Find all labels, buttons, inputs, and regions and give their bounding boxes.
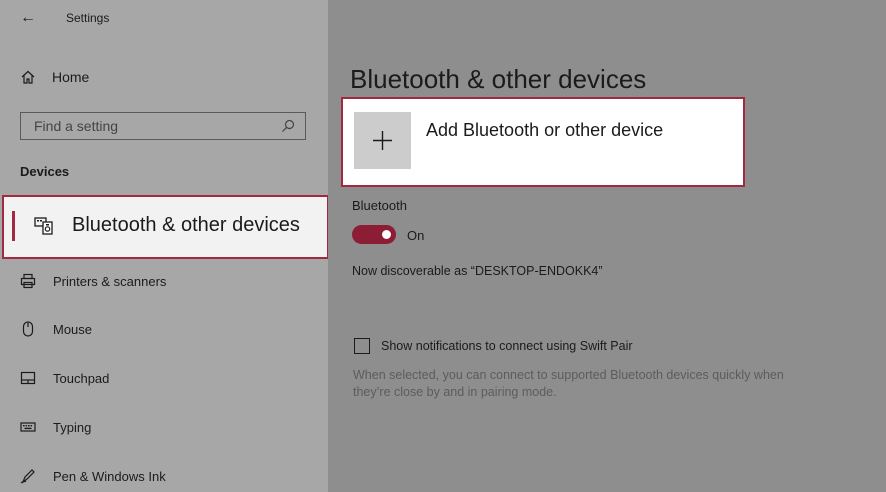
plus-tile	[354, 112, 411, 169]
home-icon	[20, 69, 36, 85]
sidebar-item-mouse[interactable]: Mouse	[20, 318, 92, 340]
window-title: Settings	[66, 11, 110, 25]
bluetooth-toggle[interactable]	[352, 225, 396, 244]
touchpad-icon	[20, 370, 36, 386]
mouse-icon	[20, 321, 36, 337]
sidebar-item-label: Printers & scanners	[53, 273, 167, 289]
sidebar-item-label: Pen & Windows Ink	[53, 468, 166, 484]
search-input[interactable]: Find a setting	[20, 112, 306, 140]
search-placeholder: Find a setting	[34, 118, 119, 134]
add-device-label: Add Bluetooth or other device	[426, 120, 664, 140]
page-title: Bluetooth & other devices	[350, 64, 647, 94]
sidebar-item-pen[interactable]: Pen & Windows Ink	[20, 465, 166, 487]
title-bar: ← Settings	[0, 0, 328, 36]
sidebar-item-label: Bluetooth & other devices	[72, 214, 300, 236]
bluetooth-toggle-state: On	[407, 228, 425, 243]
section-label-devices: Devices	[20, 164, 70, 179]
printer-icon	[20, 273, 36, 289]
bluetooth-devices-icon	[34, 215, 54, 235]
sidebar: ← Settings Home Find a setting Devices B…	[0, 0, 329, 492]
sidebar-item-bluetooth[interactable]: Bluetooth & other devices	[2, 195, 329, 259]
swift-pair-help-text: When selected, you can connect to suppor…	[353, 368, 784, 399]
discoverable-text: Now discoverable as “DESKTOP-ENDOKK4”	[352, 264, 603, 278]
main-content: Bluetooth & other devices Add Bluetooth …	[328, 0, 886, 492]
plus-icon	[373, 131, 392, 150]
pen-icon	[20, 468, 36, 484]
keyboard-icon	[20, 419, 36, 435]
sidebar-item-typing[interactable]: Typing	[20, 416, 91, 438]
selected-accent-bar	[12, 211, 15, 241]
toggle-knob	[382, 230, 391, 239]
bluetooth-heading: Bluetooth	[352, 198, 407, 213]
add-device-button[interactable]: Add Bluetooth or other device	[341, 97, 745, 187]
swift-pair-checkbox[interactable]	[354, 338, 370, 354]
sidebar-item-touchpad[interactable]: Touchpad	[20, 367, 109, 389]
back-arrow-icon[interactable]: ←	[20, 9, 36, 27]
sidebar-item-label: Mouse	[53, 321, 93, 337]
sidebar-item-label: Typing	[53, 419, 92, 435]
search-icon[interactable]	[281, 119, 295, 133]
sidebar-item-label: Touchpad	[53, 370, 110, 386]
sidebar-item-printers[interactable]: Printers & scanners	[20, 270, 166, 292]
swift-pair-label[interactable]: Show notifications to connect using Swif…	[381, 339, 633, 353]
home-label: Home	[52, 69, 90, 85]
home-nav-item[interactable]: Home	[20, 66, 89, 88]
